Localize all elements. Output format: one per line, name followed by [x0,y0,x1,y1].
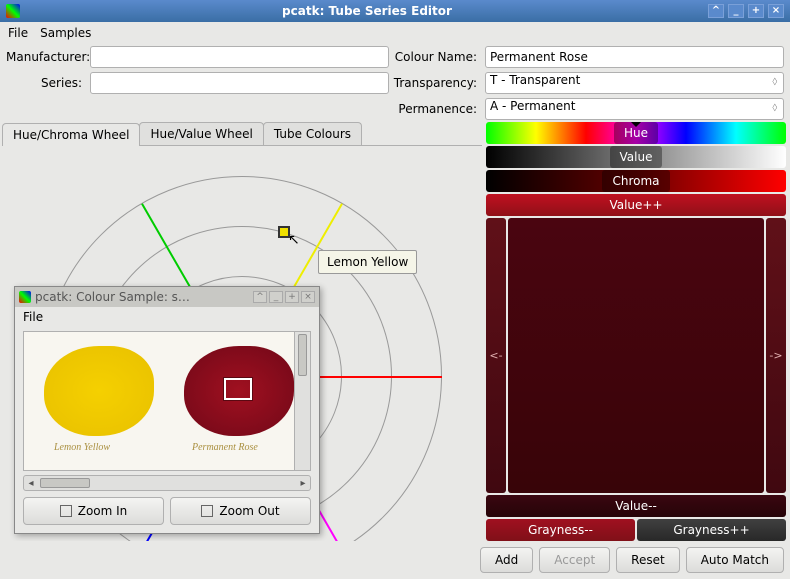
grayness-decrease-button[interactable]: Grayness-- [486,519,635,541]
hscroll-left-icon[interactable]: ◂ [24,478,38,489]
tabs: Hue/Chroma Wheel Hue/Value Wheel Tube Co… [2,122,482,146]
subwin-menu-file[interactable]: File [23,310,43,324]
subwin-minimize-icon[interactable]: _ [269,291,283,303]
colour-name-input[interactable] [485,46,784,68]
series-input[interactable] [90,72,389,94]
hscroll-right-icon[interactable]: ▸ [296,478,310,489]
add-button[interactable]: Add [480,547,533,573]
value-slider[interactable]: Value [486,146,786,168]
chroma-slider[interactable]: Chroma [486,170,786,192]
hue-chroma-wheel[interactable]: ↖ Lemon Yellow pcatk: Colour Sample: s… … [2,146,482,541]
zoom-in-button[interactable]: Zoom In [23,497,164,525]
window-titlebar[interactable]: pcatk: Tube Series Editor ^ _ + × [0,0,790,22]
maximize-icon[interactable]: + [748,4,764,18]
value-label: Value [610,146,663,168]
permanence-label: Permanence: [393,102,481,116]
auto-match-button[interactable]: Auto Match [686,547,784,573]
app-icon [6,4,20,18]
sample-vscrollbar[interactable] [294,332,310,470]
hue-left-button[interactable]: <- [486,218,506,493]
wheel-tooltip: Lemon Yellow [318,250,417,274]
permanence-value: A - Permanent [490,99,575,113]
manufacturer-input[interactable] [90,46,389,68]
sample-hscrollbar[interactable]: ◂ ▸ [23,475,311,491]
minimize-icon[interactable]: _ [728,4,744,18]
subwin-app-icon [19,291,31,303]
value-increase-button[interactable]: Value++ [486,194,786,216]
swatch-yellow [44,346,154,436]
transparency-select[interactable]: T - Transparent [485,72,784,94]
sample-view[interactable]: Lemon Yellow Permanent Rose [23,331,311,471]
grayness-increase-button[interactable]: Grayness++ [637,519,786,541]
transparency-label: Transparency: [393,76,481,90]
manufacturer-label: Manufacturer: [6,50,86,64]
subwin-close-icon[interactable]: × [301,291,315,303]
permanence-select[interactable]: A - Permanent [485,98,784,120]
tab-tube-colours[interactable]: Tube Colours [263,122,362,145]
hscroll-thumb[interactable] [40,478,90,488]
colour-name-label: Colour Name: [393,50,481,64]
transparency-value: T - Transparent [490,73,580,87]
subwin-maximize-icon[interactable]: + [285,291,299,303]
subwin-title: pcatk: Colour Sample: s… [35,290,190,304]
window-title: pcatk: Tube Series Editor [26,4,708,18]
hue-label: Hue [614,122,658,144]
menubar: File Samples [0,22,790,44]
series-label: Series: [6,76,86,90]
chroma-label: Chroma [602,170,669,192]
menu-samples[interactable]: Samples [40,26,91,40]
colour-preview [508,218,764,493]
titlebar-roll-icon[interactable]: ^ [708,4,724,18]
hue-right-button[interactable]: -> [766,218,786,493]
subwin-roll-icon[interactable]: ^ [253,291,267,303]
cursor-icon: ↖ [288,232,300,248]
bottom-bar: Add Accept Reset Auto Match [0,541,790,579]
zoom-in-icon [60,505,72,517]
tab-hue-value[interactable]: Hue/Value Wheel [139,122,263,145]
accept-button[interactable]: Accept [539,547,610,573]
tab-hue-chroma[interactable]: Hue/Chroma Wheel [2,123,140,146]
close-icon[interactable]: × [768,4,784,18]
swatch-label-2: Permanent Rose [192,442,258,453]
swatch-label-1: Lemon Yellow [54,442,110,453]
zoom-out-icon [201,505,213,517]
colour-sample-window[interactable]: pcatk: Colour Sample: s… ^ _ + × File [14,286,320,534]
selection-box[interactable] [224,378,252,400]
value-decrease-button[interactable]: Value-- [486,495,786,517]
zoom-out-button[interactable]: Zoom Out [170,497,311,525]
subwin-titlebar[interactable]: pcatk: Colour Sample: s… ^ _ + × [15,287,319,307]
hue-slider[interactable]: Hue [486,122,786,144]
menu-file[interactable]: File [8,26,28,40]
reset-button[interactable]: Reset [616,547,680,573]
